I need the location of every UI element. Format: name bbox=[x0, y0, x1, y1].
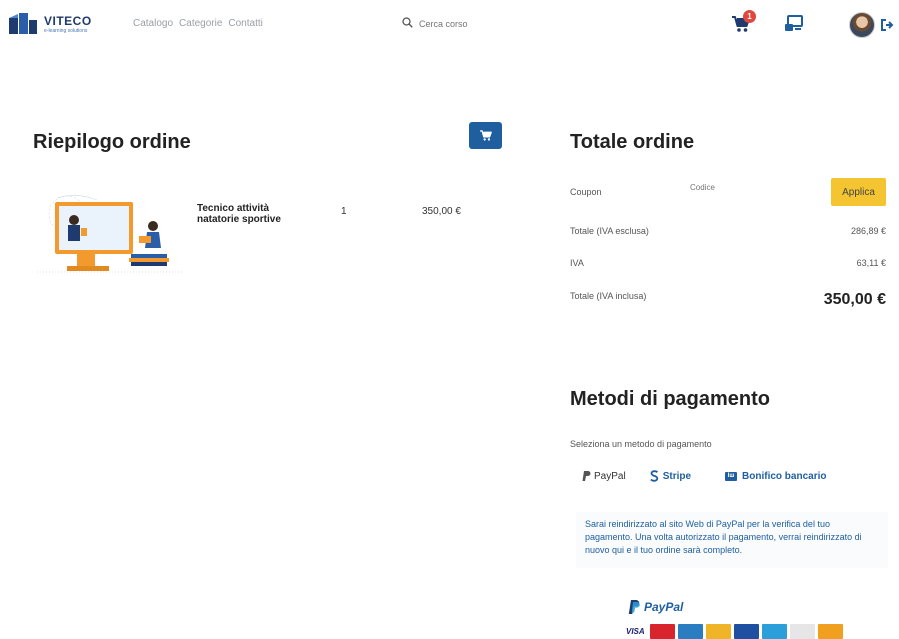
card-logo-icon bbox=[733, 624, 759, 639]
apply-coupon-button[interactable]: Applica bbox=[831, 178, 886, 206]
stripe-icon bbox=[649, 470, 658, 482]
order-total-title: Totale ordine bbox=[570, 131, 695, 153]
card-logo-icon bbox=[817, 624, 843, 639]
card-logo-icon bbox=[649, 624, 675, 639]
product-price: 350,00 € bbox=[422, 206, 461, 217]
product-illustration bbox=[37, 190, 183, 276]
grand-total-value: 350,00 € bbox=[823, 291, 886, 308]
product-name: Tecnico attività natatorie sportive bbox=[197, 203, 281, 225]
vat-value: 63,11 € bbox=[856, 258, 886, 268]
bank-transfer-icon: Iш bbox=[725, 471, 738, 481]
nav-catalogo[interactable]: Catalogo bbox=[133, 18, 173, 29]
top-navbar: VITECO e-learning solutions Catalogo Cat… bbox=[0, 0, 899, 50]
tab-paypal[interactable]: PayPal bbox=[576, 469, 632, 484]
subtotal-value: 286,89 € bbox=[850, 226, 886, 236]
paypal-logo-text: PayPal bbox=[644, 600, 684, 614]
coupon-input[interactable] bbox=[690, 183, 760, 192]
user-avatar[interactable] bbox=[849, 12, 875, 38]
paypal-icon bbox=[582, 471, 591, 481]
coupon-label: Coupon bbox=[570, 187, 602, 197]
card-logo-icon bbox=[705, 624, 731, 639]
paypal-logo-icon bbox=[628, 600, 640, 614]
tab-bank-transfer[interactable]: Iш Bonifico bancario bbox=[719, 469, 832, 484]
cart-icon bbox=[479, 130, 492, 141]
logo-name: VITECO bbox=[44, 13, 92, 28]
header-cart-button[interactable]: 1 bbox=[731, 10, 756, 36]
summary-cart-button[interactable] bbox=[469, 122, 502, 149]
visa-logo: VISA bbox=[626, 627, 645, 636]
tab-stripe-label: Stripe bbox=[662, 470, 692, 482]
paypal-info-text: Sarai reindirizzato al sito Web di PayPa… bbox=[576, 512, 888, 568]
logo-tagline: e-learning solutions bbox=[44, 27, 88, 34]
main-nav: Catalogo Categorie Contatti bbox=[133, 18, 263, 29]
nav-categorie[interactable]: Categorie bbox=[179, 18, 222, 29]
brand-logo[interactable]: VITECO e-learning solutions bbox=[8, 10, 92, 38]
paypal-logo: PayPal bbox=[628, 600, 683, 614]
logout-icon bbox=[881, 19, 894, 31]
card-logo-icon bbox=[789, 624, 815, 639]
nav-contatti[interactable]: Contatti bbox=[228, 18, 262, 29]
card-logo-icon bbox=[677, 624, 703, 639]
logo-mark-icon bbox=[8, 10, 38, 38]
tab-bank-transfer-label: Bonifico bancario bbox=[742, 470, 827, 482]
accepted-cards: VISA bbox=[626, 624, 843, 639]
product-quantity: 1 bbox=[341, 206, 347, 217]
screen-share-icon bbox=[785, 15, 803, 31]
grand-total-label: Totale (IVA inclusa) bbox=[570, 291, 647, 301]
search-box bbox=[402, 15, 522, 33]
card-logo-icon bbox=[761, 624, 787, 639]
tab-stripe[interactable]: Stripe bbox=[644, 468, 697, 484]
tab-paypal-label: PayPal bbox=[594, 470, 626, 482]
search-icon[interactable] bbox=[402, 15, 413, 33]
payment-method-tabs: PayPal Stripe Iш Bonifico bancario bbox=[576, 468, 832, 484]
payment-methods-subtitle: Seleziona un metodo di pagamento bbox=[570, 439, 712, 449]
screen-share-button[interactable] bbox=[784, 14, 806, 34]
cart-count-badge: 1 bbox=[743, 10, 756, 23]
order-summary-title: Riepilogo ordine bbox=[33, 131, 191, 153]
vat-label: IVA bbox=[570, 258, 584, 268]
payment-methods-title: Metodi di pagamento bbox=[570, 388, 770, 410]
search-input[interactable] bbox=[419, 19, 519, 29]
subtotal-label: Totale (IVA esclusa) bbox=[570, 226, 649, 236]
logout-button[interactable] bbox=[880, 18, 894, 32]
